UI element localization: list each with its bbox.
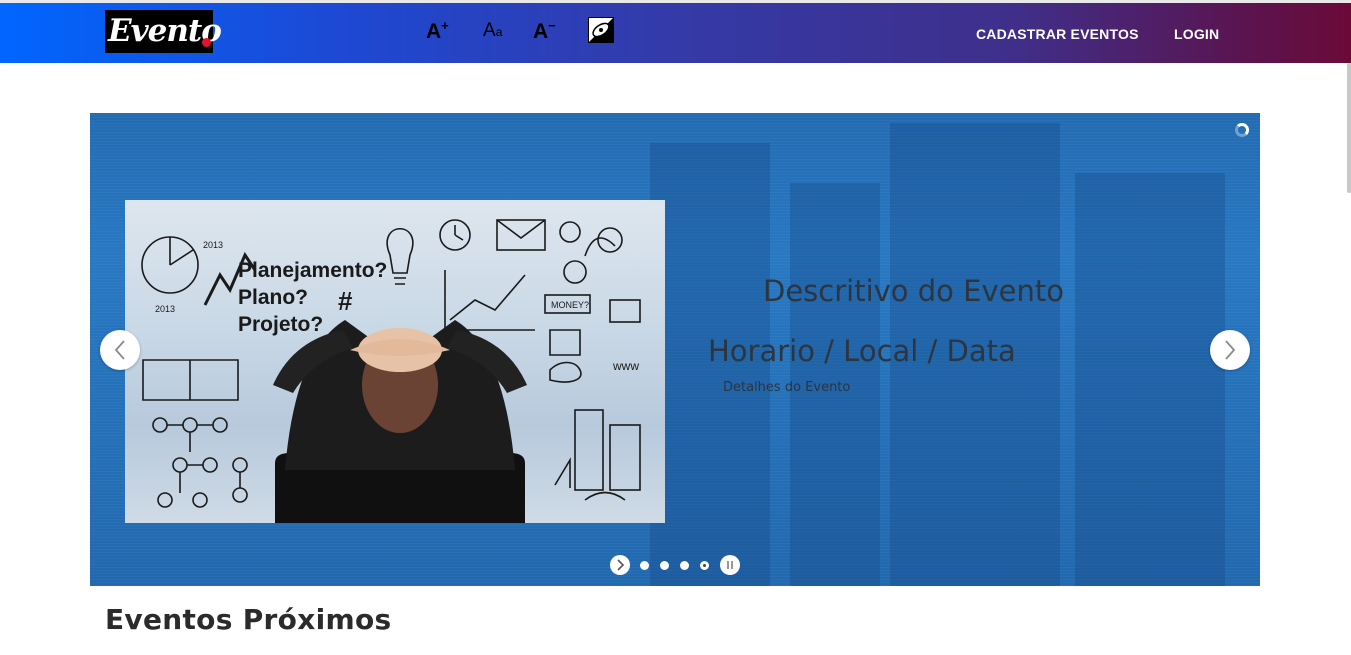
image-text-money: MONEY? [551,300,589,310]
section-title-upcoming-events: Eventos Próximos [105,603,392,636]
slide-dot-1[interactable] [640,561,649,570]
image-text-planejamento: Planejamento? [238,259,387,282]
contrast-icon [589,18,613,42]
planning-illustration: Planejamento? Plano? Projeto? # 2013 201… [141,219,641,523]
image-text-year2: 2013 [203,240,223,250]
loading-spinner-icon [1235,123,1249,137]
pager-pause-button[interactable] [720,555,740,575]
background-building [1075,173,1225,586]
top-navbar: Evento A+ Aa A− CADASTRAR EVENTOS LOGIN [0,3,1351,63]
contrast-button[interactable] [588,17,614,43]
slider-pagination [90,555,1260,577]
pager-next-button[interactable] [610,555,630,575]
event-description: Descritivo do Evento [763,274,1064,308]
reset-font-letter: A [483,20,496,41]
pause-icon [727,561,733,569]
decrease-font-letter: A [533,20,549,43]
increase-font-letter: A [426,20,442,43]
chevron-right-icon [617,559,625,571]
event-time-place-date: Horario / Local / Data [708,334,1016,368]
chevron-right-icon [1225,340,1236,360]
nav-register-events[interactable]: CADASTRAR EVENTOS [976,26,1139,42]
decrease-font-button[interactable]: A− [533,19,556,42]
slider-prev-button[interactable] [100,330,140,370]
logo[interactable]: Evento [105,10,222,53]
logo-dot [202,38,211,47]
image-text-year1: 2013 [155,304,175,314]
image-text-www: www [612,359,639,373]
slider-next-button[interactable] [1210,330,1250,370]
image-text-hash: # [338,286,353,316]
increase-font-button[interactable]: A+ [426,19,449,42]
nav-login[interactable]: LOGIN [1174,26,1219,42]
increase-font-sign: + [441,18,449,33]
scrollbar-thumb[interactable] [1347,63,1351,193]
reset-font-button[interactable]: Aa [483,21,502,40]
reset-font-small: a [495,25,503,39]
slide-dot-4[interactable] [700,561,709,570]
image-text-projeto: Projeto? [238,313,323,336]
image-text-plano: Plano? [238,286,308,309]
decrease-font-sign: − [548,18,556,33]
chevron-left-icon [114,340,125,360]
slide-dot-3[interactable] [680,561,689,570]
slide-dot-2[interactable] [660,561,669,570]
event-slider: Planejamento? Plano? Projeto? # 2013 201… [90,113,1260,586]
event-details: Detalhes do Evento [723,380,851,395]
slide-image: Planejamento? Plano? Projeto? # 2013 201… [125,200,665,523]
